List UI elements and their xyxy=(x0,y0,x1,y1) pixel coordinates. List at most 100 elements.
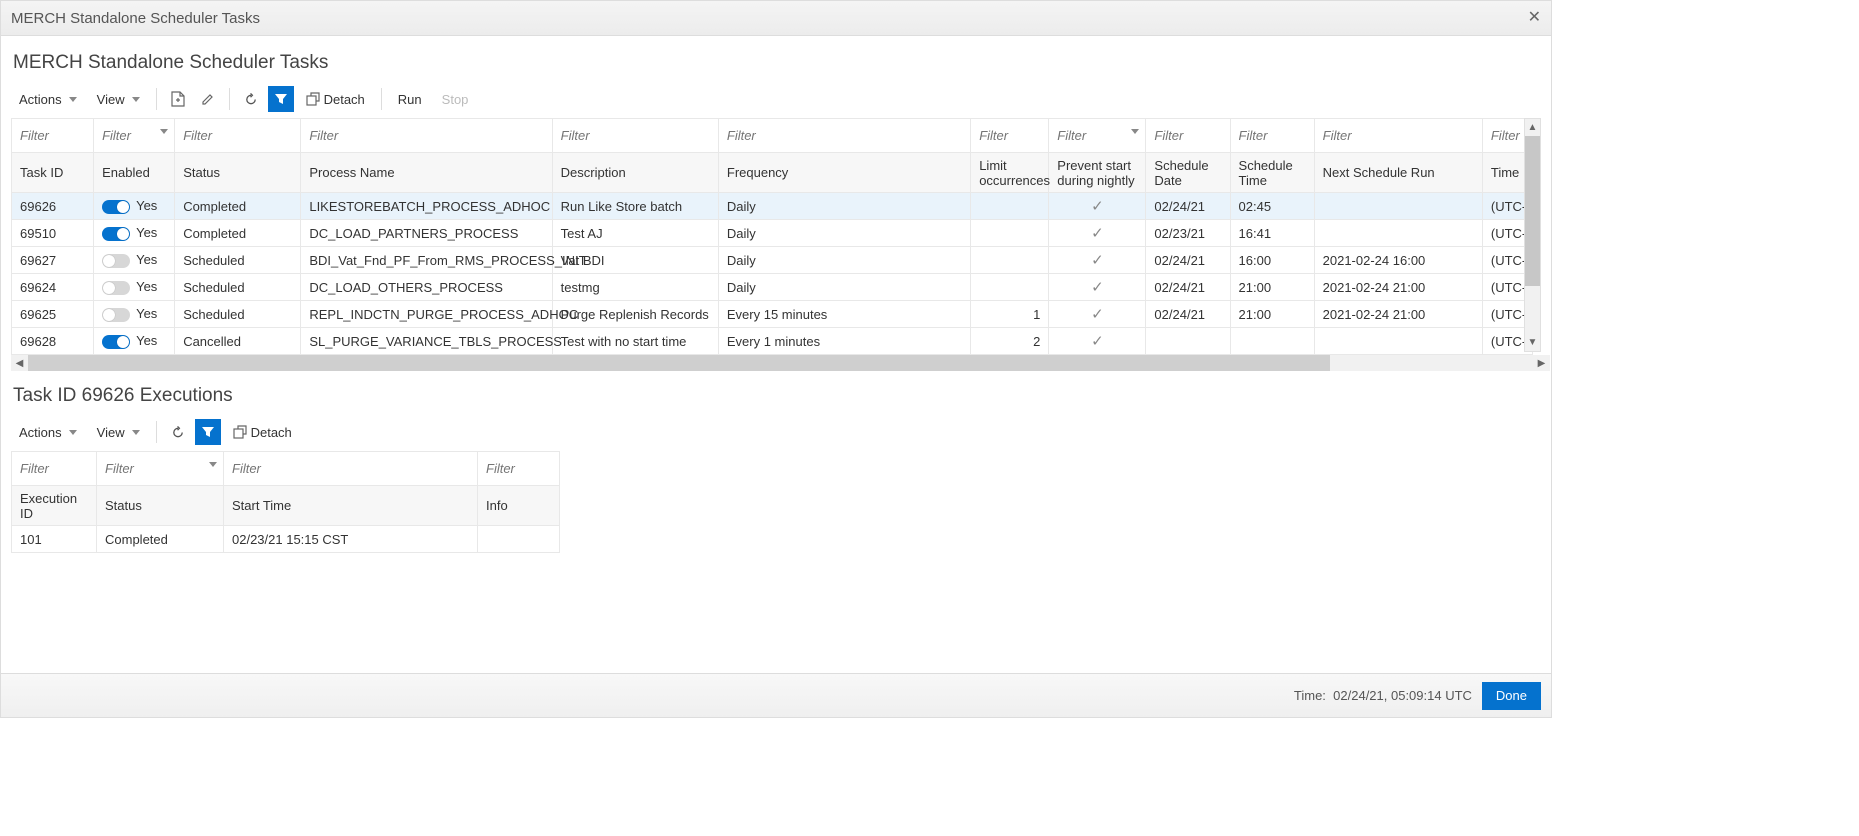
scroll-left-icon[interactable]: ◀ xyxy=(11,355,28,371)
cell-enabled: Yes xyxy=(94,328,175,355)
col-enabled[interactable]: Enabled xyxy=(94,153,175,193)
filter-next-run[interactable] xyxy=(1321,127,1476,144)
exec-filter-toggle-button[interactable] xyxy=(195,419,221,445)
filter-exec-id[interactable] xyxy=(18,460,90,477)
cell-date: 02/24/21 xyxy=(1146,301,1230,328)
cell-process: SL_PURGE_VARIANCE_TBLS_PROCESS xyxy=(301,328,552,355)
toggle-switch[interactable] xyxy=(102,335,130,349)
separator xyxy=(381,88,382,110)
scroll-down-icon[interactable]: ▼ xyxy=(1525,334,1540,351)
chevron-down-icon xyxy=(69,430,77,435)
separator xyxy=(229,88,230,110)
col-next-run[interactable]: Next Schedule Run xyxy=(1314,153,1482,193)
table-row[interactable]: 69510YesCompletedDC_LOAD_PARTNERS_PROCES… xyxy=(12,220,1533,247)
cell-next: 2021-02-24 21:00 xyxy=(1314,274,1482,301)
cell-task-id: 69626 xyxy=(12,193,94,220)
filter-prevent[interactable] xyxy=(1055,127,1105,144)
col-exec-status[interactable]: Status xyxy=(97,486,224,526)
filter-tz[interactable] xyxy=(1489,127,1526,144)
filter-task-id[interactable] xyxy=(18,127,87,144)
cell-desc: Test with no start time xyxy=(552,328,718,355)
col-prevent[interactable]: Prevent start during nightly xyxy=(1049,153,1146,193)
chevron-down-icon xyxy=(69,97,77,102)
col-status[interactable]: Status xyxy=(175,153,301,193)
col-task-id[interactable]: Task ID xyxy=(12,153,94,193)
table-row[interactable]: 101Completed02/23/21 15:15 CST xyxy=(12,526,560,553)
table-row[interactable]: 69624YesScheduledDC_LOAD_OTHERS_PROCESSt… xyxy=(12,274,1533,301)
scroll-up-icon[interactable]: ▲ xyxy=(1525,119,1540,136)
table-row[interactable]: 69626YesCompletedLIKESTOREBATCH_PROCESS_… xyxy=(12,193,1533,220)
separator xyxy=(156,88,157,110)
cell-time: 16:41 xyxy=(1230,220,1314,247)
horizontal-scrollbar[interactable]: ◀ ▶ xyxy=(11,355,1550,371)
cell-process: LIKESTOREBATCH_PROCESS_ADHOC xyxy=(301,193,552,220)
filter-frequency[interactable] xyxy=(725,127,964,144)
cell-freq: Daily xyxy=(718,193,970,220)
cell-next xyxy=(1314,193,1482,220)
cell-limit xyxy=(971,193,1049,220)
filter-limit[interactable] xyxy=(977,127,1042,144)
col-process-name[interactable]: Process Name xyxy=(301,153,552,193)
close-icon[interactable]: ✕ xyxy=(1528,7,1541,27)
col-exec-start-time[interactable]: Start Time xyxy=(224,486,478,526)
filter-description[interactable] xyxy=(559,127,712,144)
col-limit[interactable]: Limit occurrences xyxy=(971,153,1049,193)
toggle-switch[interactable] xyxy=(102,308,130,322)
filter-schedule-date[interactable] xyxy=(1152,127,1223,144)
chevron-down-icon xyxy=(132,97,140,102)
view-menu[interactable]: View xyxy=(89,88,148,111)
refresh-button[interactable] xyxy=(238,86,264,112)
filter-exec-status[interactable] xyxy=(103,460,183,477)
cell-task-id: 69625 xyxy=(12,301,94,328)
col-description[interactable]: Description xyxy=(552,153,718,193)
cell-status: Completed xyxy=(175,220,301,247)
vertical-scrollbar[interactable]: ▲ ▼ xyxy=(1524,118,1541,352)
table-row[interactable]: 69628YesCancelledSL_PURGE_VARIANCE_TBLS_… xyxy=(12,328,1533,355)
exec-refresh-button[interactable] xyxy=(165,419,191,445)
actions-menu[interactable]: Actions xyxy=(11,88,85,111)
col-exec-info[interactable]: Info xyxy=(478,486,560,526)
detach-label: Detach xyxy=(324,92,365,107)
header-row: Task ID Enabled Status Process Name Desc… xyxy=(12,153,1533,193)
new-button[interactable] xyxy=(165,86,191,112)
toggle-switch[interactable] xyxy=(102,281,130,295)
cell-desc: testmg xyxy=(552,274,718,301)
chevron-down-icon[interactable] xyxy=(209,462,217,467)
col-exec-id[interactable]: Execution ID xyxy=(12,486,97,526)
done-button[interactable]: Done xyxy=(1482,682,1541,710)
table-row[interactable]: 69625YesScheduledREPL_INDCTN_PURGE_PROCE… xyxy=(12,301,1533,328)
scroll-thumb[interactable] xyxy=(1525,136,1540,286)
time-label: Time: xyxy=(1294,688,1326,703)
filter-enabled[interactable] xyxy=(100,127,141,144)
cell-prevent: ✓ xyxy=(1049,301,1146,328)
filter-schedule-time[interactable] xyxy=(1237,127,1308,144)
stop-label: Stop xyxy=(442,92,469,107)
exec-actions-menu[interactable]: Actions xyxy=(11,421,85,444)
scroll-right-icon[interactable]: ▶ xyxy=(1533,355,1550,371)
filter-exec-info[interactable] xyxy=(484,460,553,477)
chevron-down-icon[interactable] xyxy=(160,129,168,134)
col-schedule-time[interactable]: Schedule Time xyxy=(1230,153,1314,193)
exec-detach-button[interactable]: Detach xyxy=(225,421,300,444)
detach-button[interactable]: Detach xyxy=(298,88,373,111)
cell-status: Scheduled xyxy=(175,247,301,274)
cell-limit: 1 xyxy=(971,301,1049,328)
check-icon: ✓ xyxy=(1057,278,1137,296)
exec-view-menu[interactable]: View xyxy=(89,421,148,444)
filter-exec-start-time[interactable] xyxy=(230,460,471,477)
check-icon: ✓ xyxy=(1057,251,1137,269)
filter-process-name[interactable] xyxy=(307,127,545,144)
table-row[interactable]: 69627YesScheduledBDI_Vat_Fnd_PF_From_RMS… xyxy=(12,247,1533,274)
toggle-switch[interactable] xyxy=(102,200,130,214)
toggle-switch[interactable] xyxy=(102,227,130,241)
filter-status[interactable] xyxy=(181,127,294,144)
run-button[interactable]: Run xyxy=(390,88,430,111)
edit-button[interactable] xyxy=(195,86,221,112)
col-schedule-date[interactable]: Schedule Date xyxy=(1146,153,1230,193)
run-label: Run xyxy=(398,92,422,107)
view-label: View xyxy=(97,92,125,107)
filter-toggle-button[interactable] xyxy=(268,86,294,112)
chevron-down-icon[interactable] xyxy=(1131,129,1139,134)
col-frequency[interactable]: Frequency xyxy=(718,153,970,193)
toggle-switch[interactable] xyxy=(102,254,130,268)
